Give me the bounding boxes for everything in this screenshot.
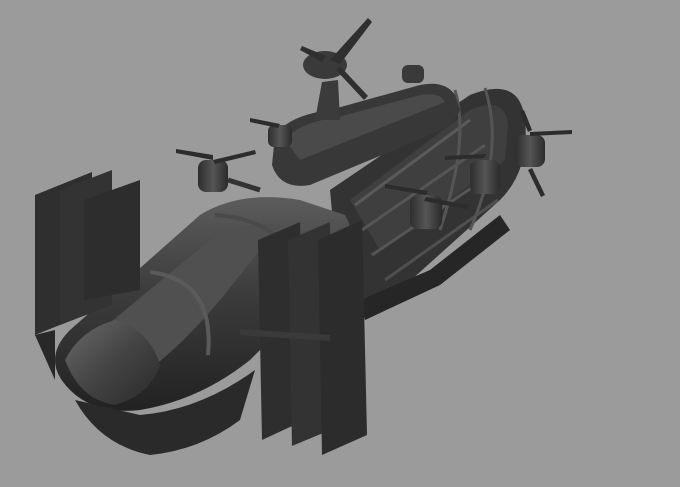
airship-render [35,18,572,455]
dome-hatch [402,65,424,83]
engine-left-front [176,149,261,193]
3d-viewport[interactable] [0,0,680,487]
engine-top-rear [250,118,292,147]
